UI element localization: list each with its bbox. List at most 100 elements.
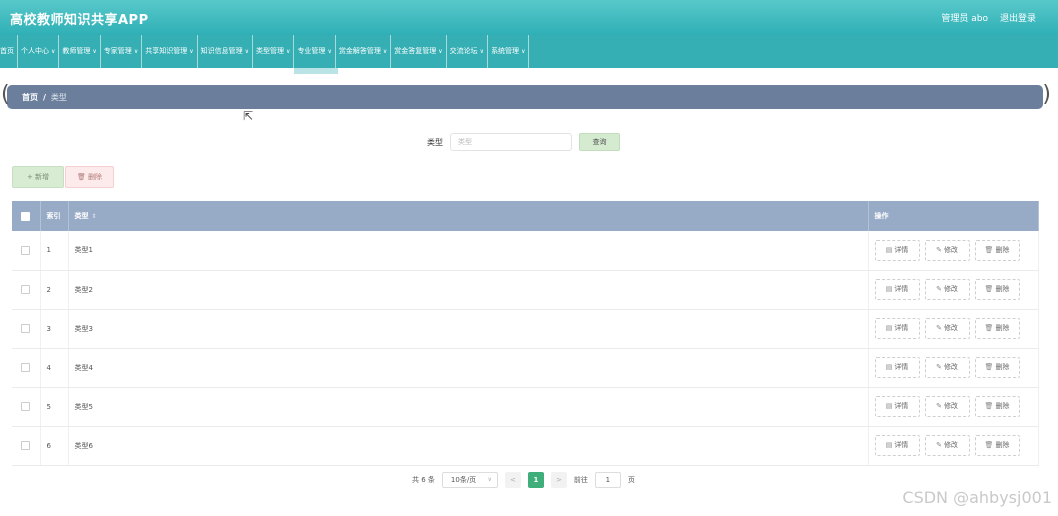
page-size-select[interactable]: 10条/页 ∨ <box>441 472 498 488</box>
row-index: 6 <box>40 426 69 466</box>
edit-button[interactable]: ✎ 修改 <box>924 318 970 339</box>
detail-button[interactable]: ▤ 详情 <box>874 279 920 300</box>
row-checkbox[interactable] <box>21 285 30 294</box>
top-header: 高校教师知识共享APP 管理员 abo 退出登录 <box>0 0 1058 35</box>
chevron-down-icon: ∨ <box>438 48 443 55</box>
next-page-button[interactable]: > <box>550 472 567 488</box>
row-checkbox[interactable] <box>21 402 30 411</box>
detail-button[interactable]: ▤ 详情 <box>874 239 920 261</box>
row-check-cell <box>12 309 41 349</box>
header-type[interactable]: 类型 ⇕ <box>68 201 869 231</box>
nav-item-label: 共享知识管理 <box>145 47 188 55</box>
nav-item-7[interactable]: 专业管理 ∨ <box>294 35 336 68</box>
edit-button[interactable]: ✎ 修改 <box>924 435 970 456</box>
table-header-row: 索引 类型 ⇕ 操作 <box>12 201 1039 231</box>
nav-item-6[interactable]: 类型管理 ∨ <box>253 35 295 68</box>
nav-item-5[interactable]: 知识信息管理 ∨ <box>198 35 254 68</box>
header-type-label: 类型 <box>74 212 89 220</box>
nav-item-11[interactable]: 系统管理 ∨ <box>488 35 530 68</box>
row-index: 3 <box>40 309 69 349</box>
row-checkbox[interactable] <box>21 441 30 450</box>
nav-item-9[interactable]: 赏金答复管理 ∨ <box>391 35 447 68</box>
nav-item-10[interactable]: 交流论坛 ∨ <box>447 35 489 68</box>
nav-item-0[interactable]: 首页 <box>0 35 18 68</box>
row-type: 类型4 <box>68 348 869 388</box>
trash-icon: 🗑 <box>984 402 994 410</box>
nav-item-1[interactable]: 个人中心 ∨ <box>18 35 60 68</box>
row-check-cell <box>12 231 41 271</box>
detail-label: 详情 <box>894 324 909 332</box>
prev-page-button[interactable]: < <box>504 472 521 488</box>
trash-icon: 🗑 <box>984 363 994 371</box>
edit-label: 修改 <box>943 285 958 293</box>
trash-icon: 🗑 <box>984 245 994 254</box>
row-checkbox[interactable] <box>21 245 30 255</box>
detail-button[interactable]: ▤ 详情 <box>874 357 920 378</box>
pager-total: 共 6 条 <box>412 476 435 484</box>
delete-button[interactable]: 🗑 删除 <box>974 318 1020 339</box>
user-label: 管理员 abo <box>941 14 988 24</box>
row-type: 类型3 <box>68 309 869 349</box>
detail-label: 详情 <box>894 402 909 410</box>
delete-label: 删除 <box>995 441 1010 449</box>
document-icon: ▤ <box>885 441 893 449</box>
delete-button[interactable]: 🗑 删除 <box>974 396 1020 417</box>
chevron-down-icon: ∨ <box>382 48 388 55</box>
pencil-icon: ✎ <box>936 363 942 371</box>
detail-label: 详情 <box>894 363 909 371</box>
select-all-cell <box>12 201 41 231</box>
table-row: 2 类型2 ▤ 详情 ✎ 修改 🗑 删除 <box>12 270 1039 310</box>
search-row: 类型 类型 查询 <box>427 133 620 151</box>
breadcrumb-home[interactable]: 首页 <box>22 93 38 102</box>
delete-button[interactable]: 🗑 删除 <box>974 435 1020 456</box>
query-button[interactable]: 查询 <box>579 133 620 151</box>
row-type: 类型1 <box>68 231 869 271</box>
row-index: 4 <box>40 348 69 388</box>
breadcrumb-current: 类型 <box>50 93 67 102</box>
edit-button[interactable]: ✎ 修改 <box>924 279 970 300</box>
nav-active-indicator <box>294 68 338 74</box>
document-icon: ▤ <box>885 402 893 410</box>
nav-item-2[interactable]: 教师管理 ∨ <box>59 35 101 68</box>
delete-button[interactable]: 🗑 删除 <box>974 239 1020 261</box>
type-search-input[interactable]: 类型 <box>450 133 572 151</box>
nav-item-label: 知识信息管理 <box>200 47 243 55</box>
row-checkbox[interactable] <box>21 324 30 333</box>
detail-button[interactable]: ▤ 详情 <box>874 435 920 456</box>
jump-page-input[interactable]: 1 <box>594 472 621 488</box>
select-all-checkbox[interactable] <box>21 211 30 221</box>
row-ops: ▤ 详情 ✎ 修改 🗑 删除 <box>868 270 1039 310</box>
delete-label: 删除 <box>995 363 1010 371</box>
row-ops: ▤ 详情 ✎ 修改 🗑 删除 <box>868 348 1039 388</box>
delete-button[interactable]: 🗑 删除 <box>974 279 1020 300</box>
detail-button[interactable]: ▤ 详情 <box>874 318 920 339</box>
right-bracket: ) <box>1042 82 1051 107</box>
current-page-button[interactable]: 1 <box>527 472 544 488</box>
detail-label: 详情 <box>894 441 909 449</box>
row-index: 2 <box>40 270 69 310</box>
row-index: 5 <box>40 387 69 427</box>
edit-button[interactable]: ✎ 修改 <box>924 239 970 261</box>
table-row: 5 类型5 ▤ 详情 ✎ 修改 🗑 删除 <box>12 387 1039 427</box>
nav-item-4[interactable]: 共享知识管理 ∨ <box>142 35 198 68</box>
nav-item-8[interactable]: 赏金解答管理 ∨ <box>336 35 392 68</box>
pagination: 共 6 条 10条/页 ∨ < 1 > 前往 1 页 <box>412 472 635 488</box>
chevron-down-icon: ∨ <box>286 48 291 55</box>
batch-delete-button[interactable]: 🗑 删除 <box>65 166 114 188</box>
edit-button[interactable]: ✎ 修改 <box>924 396 970 417</box>
chevron-down-icon: ∨ <box>51 48 56 55</box>
chevron-down-icon: ∨ <box>244 48 250 55</box>
chevron-down-icon: ∨ <box>92 48 97 55</box>
nav-item-3[interactable]: 专家管理 ∨ <box>101 35 143 68</box>
table-row: 3 类型3 ▤ 详情 ✎ 修改 🗑 删除 <box>12 309 1039 349</box>
detail-button[interactable]: ▤ 详情 <box>874 396 920 417</box>
logout-link[interactable]: 退出登录 <box>1000 11 1036 24</box>
add-button[interactable]: + 新增 <box>12 166 64 188</box>
row-checkbox[interactable] <box>21 363 30 372</box>
chevron-down-icon: ∨ <box>133 48 139 55</box>
nav-item-label: 交流论坛 <box>449 47 478 55</box>
edit-button[interactable]: ✎ 修改 <box>924 357 970 378</box>
left-bracket: ( <box>1 82 10 107</box>
delete-button[interactable]: 🗑 删除 <box>974 357 1020 378</box>
sort-icon[interactable]: ⇕ <box>92 213 97 220</box>
